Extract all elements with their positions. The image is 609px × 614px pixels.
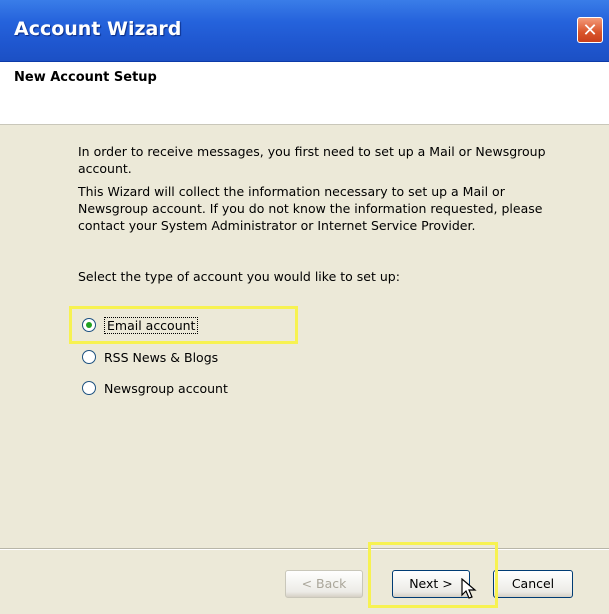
- footer-divider: [0, 548, 609, 550]
- newsgroup-account-label[interactable]: Newsgroup account: [104, 381, 228, 396]
- account-wizard-window: Account Wizard ✕ New Account Setup In or…: [0, 0, 609, 614]
- back-button[interactable]: < Back: [285, 570, 363, 598]
- rss-news-blogs-radio[interactable]: [82, 350, 96, 364]
- newsgroup-account-option[interactable]: Newsgroup account: [82, 377, 228, 399]
- newsgroup-account-radio[interactable]: [82, 381, 96, 395]
- info-paragraph: This Wizard will collect the information…: [78, 184, 543, 233]
- next-button-highlight: [368, 542, 498, 608]
- window-title: Account Wizard: [14, 18, 182, 40]
- mouse-cursor-icon: [461, 578, 477, 599]
- page-title: New Account Setup: [14, 70, 157, 85]
- account-type-prompt: Select the type of account you would lik…: [78, 269, 400, 284]
- intro-paragraph: In order to receive messages, you first …: [78, 144, 546, 176]
- close-icon[interactable]: ✕: [577, 17, 603, 43]
- rss-news-blogs-option[interactable]: RSS News & Blogs: [82, 346, 218, 368]
- email-option-highlight: [69, 306, 298, 344]
- title-bar[interactable]: Account Wizard ✕: [0, 0, 609, 62]
- wizard-header: New Account Setup: [0, 62, 609, 125]
- cancel-button[interactable]: Cancel: [493, 570, 573, 598]
- rss-news-blogs-label[interactable]: RSS News & Blogs: [104, 350, 218, 365]
